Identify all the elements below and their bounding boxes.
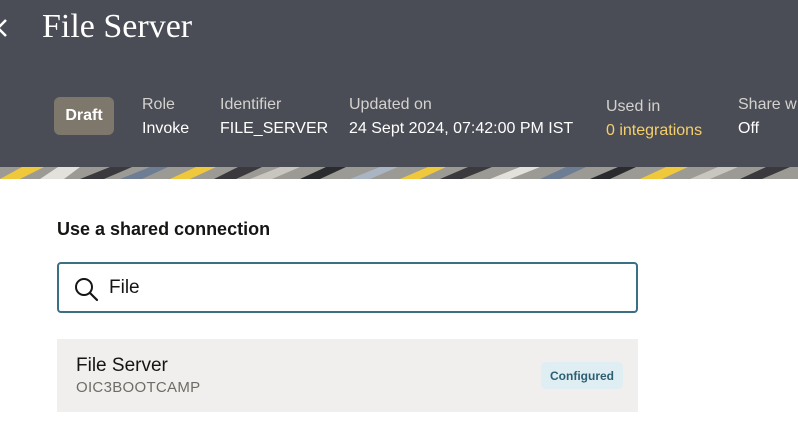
meta-share-value: Off	[738, 120, 760, 137]
connection-project: OIC3BOOTCAMP	[76, 379, 201, 396]
page-header: File Server Draft Role Invoke Identifier…	[0, 0, 798, 167]
status-badge: Draft	[54, 97, 114, 135]
decorative-banner	[0, 167, 798, 179]
meta-role: Role Invoke	[142, 95, 189, 138]
connection-result-item[interactable]: File Server OIC3BOOTCAMP Configured	[57, 339, 638, 412]
used-in-integrations-link[interactable]: 0 integrations	[606, 121, 702, 140]
meta-used-in-label: Used in	[606, 98, 661, 115]
page-title: File Server	[42, 8, 193, 45]
meta-used-in: Used in 0 integrations	[606, 97, 702, 140]
meta-share-label: Share w	[738, 96, 797, 113]
meta-updated-label: Updated on	[349, 96, 432, 113]
meta-role-label: Role	[142, 96, 175, 113]
search-input[interactable]	[109, 274, 609, 302]
meta-share: Share w Off	[738, 95, 797, 138]
meta-identifier-label: Identifier	[220, 96, 282, 113]
search-icon	[75, 278, 99, 302]
connection-search-box[interactable]	[57, 262, 638, 313]
configured-status-badge: Configured	[541, 362, 623, 389]
section-title: Use a shared connection	[57, 219, 271, 239]
meta-updated: Updated on 24 Sept 2024, 07:42:00 PM IST	[349, 95, 573, 138]
meta-identifier: Identifier FILE_SERVER	[220, 95, 328, 138]
back-chevron-icon[interactable]	[0, 14, 8, 42]
meta-identifier-value: FILE_SERVER	[220, 120, 329, 137]
meta-role-value: Invoke	[142, 120, 190, 137]
meta-updated-value: 24 Sept 2024, 07:42:00 PM IST	[349, 120, 574, 137]
connection-name: File Server	[76, 355, 168, 376]
